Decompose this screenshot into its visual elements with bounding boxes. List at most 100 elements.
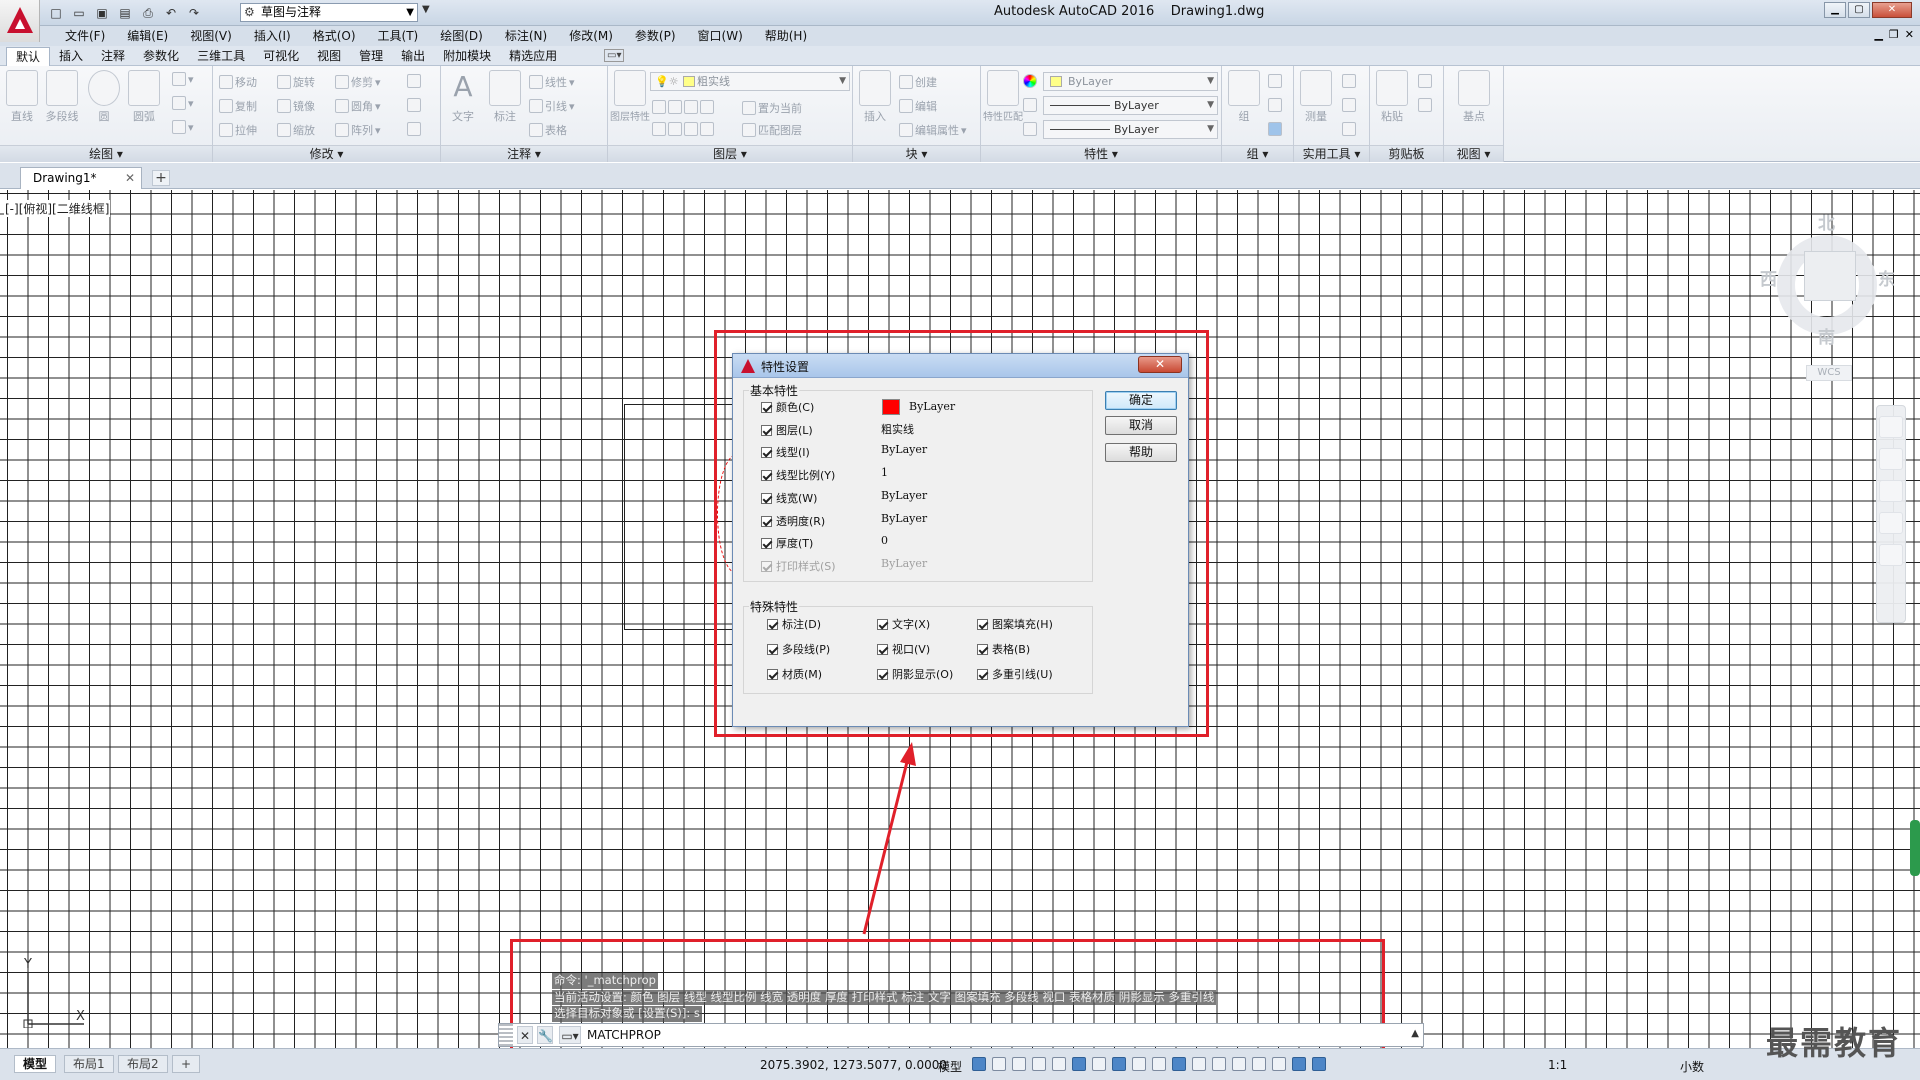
text-tool[interactable]: A 文字 bbox=[443, 70, 483, 124]
redo-icon[interactable]: ↷ bbox=[184, 4, 204, 22]
workspace-select[interactable]: ⚙ 草图与注释 ▼ bbox=[240, 3, 418, 22]
layer-tools-row1[interactable] bbox=[652, 100, 714, 114]
color-wheel-icon[interactable] bbox=[1023, 74, 1037, 88]
gizmo-icon[interactable] bbox=[1272, 1057, 1286, 1071]
orbit-icon[interactable] bbox=[1879, 512, 1903, 534]
lineweight-display-icon[interactable] bbox=[1152, 1057, 1166, 1071]
hatch-tool[interactable]: ▾ bbox=[172, 96, 194, 110]
tab-view[interactable]: 视图 bbox=[308, 47, 350, 66]
print-icon[interactable]: ⎙ bbox=[138, 4, 158, 22]
dialog-close-button[interactable]: ✕ bbox=[1138, 356, 1182, 373]
panel-title-modify[interactable]: 修改 ▾ bbox=[213, 145, 440, 162]
menu-window[interactable]: 窗口(W) bbox=[687, 28, 754, 44]
checkbox-shadow-display[interactable]: 阴影显示(O) bbox=[877, 666, 953, 682]
annotation-visibility-icon[interactable] bbox=[1292, 1057, 1306, 1071]
set-current-tool[interactable]: 置为当前 bbox=[742, 100, 802, 116]
checkbox-viewport[interactable]: 视口(V) bbox=[877, 641, 930, 657]
recent-commands-icon[interactable]: ▭▾ bbox=[559, 1026, 581, 1044]
move-tool[interactable]: 移动 bbox=[219, 74, 257, 90]
close-button[interactable]: ✕ bbox=[1872, 2, 1912, 18]
tab-visualize[interactable]: 可视化 bbox=[254, 47, 308, 66]
checkbox-polyline[interactable]: 多段线(P) bbox=[767, 641, 830, 657]
menu-draw[interactable]: 绘图(D) bbox=[429, 28, 494, 44]
copy-tool[interactable]: 复制 bbox=[219, 98, 257, 114]
isometric-icon[interactable] bbox=[1092, 1057, 1106, 1071]
zoom-icon[interactable] bbox=[1879, 480, 1903, 502]
checkbox-layer[interactable]: 图层(L) bbox=[761, 422, 813, 438]
panel-title-view[interactable]: 视图 ▾ bbox=[1444, 145, 1503, 162]
insert-block-tool[interactable]: 插入 bbox=[855, 70, 895, 124]
layer-tools-row2[interactable] bbox=[652, 122, 714, 136]
layout-tab-layout2[interactable]: 布局2 bbox=[118, 1055, 168, 1073]
checkbox-thickness[interactable]: 厚度(T) bbox=[761, 535, 813, 551]
command-line-grip[interactable] bbox=[499, 1024, 513, 1046]
menu-format[interactable]: 格式(O) bbox=[302, 28, 367, 44]
tab-output[interactable]: 输出 bbox=[392, 47, 434, 66]
selection-cycling-icon[interactable] bbox=[1192, 1057, 1206, 1071]
create-block-tool[interactable]: 创建 bbox=[899, 74, 937, 90]
viewport-controls[interactable]: [-][俯视][二维线框] bbox=[4, 200, 111, 217]
pan-icon[interactable] bbox=[1879, 448, 1903, 470]
save-icon[interactable]: ▣ bbox=[92, 4, 112, 22]
panel-title-layers[interactable]: 图层 ▾ bbox=[608, 145, 852, 162]
cut-tool[interactable] bbox=[1418, 74, 1432, 88]
scale-tool[interactable]: 缩放 bbox=[277, 122, 315, 138]
application-menu-button[interactable] bbox=[0, 0, 40, 42]
command-input[interactable]: MATCHPROP bbox=[587, 1028, 661, 1042]
help-button[interactable]: 帮助 bbox=[1105, 443, 1177, 462]
menu-parametric[interactable]: 参数(P) bbox=[624, 28, 687, 44]
dialog-title-bar[interactable]: 特性设置 ✕ bbox=[733, 354, 1188, 378]
linear-dim-tool[interactable]: 线性 ▾ bbox=[529, 74, 575, 90]
line-tool[interactable]: 直线 bbox=[2, 70, 42, 124]
dynamic-ucs-icon[interactable] bbox=[1232, 1057, 1246, 1071]
checkbox-table[interactable]: 表格(B) bbox=[977, 641, 1030, 657]
linetype-select[interactable]: ByLayer ▼ bbox=[1043, 120, 1218, 139]
explode-tool[interactable] bbox=[407, 98, 421, 112]
dimension-tool[interactable]: 标注 bbox=[485, 70, 525, 124]
checkbox-hatch[interactable]: 图案填充(H) bbox=[977, 616, 1053, 632]
close-icon[interactable]: ✕ bbox=[517, 1026, 533, 1044]
tab-featured-apps[interactable]: 精选应用 bbox=[500, 47, 566, 66]
wrench-icon[interactable]: 🔧 bbox=[537, 1026, 553, 1044]
panel-title-groups[interactable]: 组 ▾ bbox=[1222, 145, 1293, 162]
doc-close-button[interactable]: ✕ bbox=[1905, 28, 1914, 41]
maximize-button[interactable]: ▢ bbox=[1848, 2, 1870, 18]
checkbox-transparency[interactable]: 透明度(R) bbox=[761, 513, 825, 529]
selection-filter-icon[interactable] bbox=[1252, 1057, 1266, 1071]
panel-title-annotation[interactable]: 注释 ▾ bbox=[441, 145, 607, 162]
menu-insert[interactable]: 插入(I) bbox=[243, 28, 302, 44]
arc-tool[interactable]: 圆弧 bbox=[124, 70, 164, 124]
tab-insert[interactable]: 插入 bbox=[50, 47, 92, 66]
point-tool[interactable] bbox=[1342, 98, 1356, 112]
checkbox-multileader[interactable]: 多重引线(U) bbox=[977, 666, 1053, 682]
new-layout-button[interactable]: + bbox=[172, 1055, 201, 1073]
checkbox-lineweight[interactable]: 线宽(W) bbox=[761, 490, 817, 506]
region-tool[interactable]: ▾ bbox=[172, 120, 194, 134]
model-space-toggle[interactable]: 模型 bbox=[938, 1058, 962, 1075]
tab-parametric[interactable]: 参数化 bbox=[134, 47, 188, 66]
menu-dimension[interactable]: 标注(N) bbox=[494, 28, 558, 44]
layer-select[interactable]: 💡☼ 粗实线 ▼ bbox=[650, 72, 850, 91]
tab-addins[interactable]: 附加模块 bbox=[434, 47, 500, 66]
panel-title-clipboard[interactable]: 剪贴板 bbox=[1370, 145, 1443, 162]
menu-help[interactable]: 帮助(H) bbox=[754, 28, 818, 44]
object-snap-tracking-icon[interactable] bbox=[1112, 1057, 1126, 1071]
grid-icon[interactable] bbox=[972, 1057, 986, 1071]
coordinate-readout[interactable]: 2075.3902, 1273.5077, 0.0000 bbox=[760, 1058, 947, 1072]
chevron-up-icon[interactable]: ▲ bbox=[1411, 1028, 1419, 1039]
offset-tool[interactable] bbox=[407, 122, 421, 136]
checkbox-dimension[interactable]: 标注(D) bbox=[767, 616, 821, 632]
edit-block-tool[interactable]: 编辑 bbox=[899, 98, 937, 114]
group-select-tool[interactable] bbox=[1268, 122, 1282, 136]
quick-select-tool[interactable] bbox=[1342, 74, 1356, 88]
tab-annotate[interactable]: 注释 bbox=[92, 47, 134, 66]
checkbox-linetype-scale[interactable]: 线型比例(Y) bbox=[761, 467, 835, 483]
command-line[interactable]: ✕ 🔧 ▭▾ MATCHPROP ▲ bbox=[498, 1023, 1424, 1047]
tab-manage[interactable]: 管理 bbox=[350, 47, 392, 66]
menu-modify[interactable]: 修改(M) bbox=[558, 28, 624, 44]
group-edit-tool[interactable] bbox=[1268, 98, 1282, 112]
steering-wheel-icon[interactable] bbox=[1879, 416, 1903, 438]
panel-title-draw[interactable]: 绘图 ▾ bbox=[0, 145, 212, 162]
base-point-tool[interactable]: 基点 bbox=[1454, 70, 1494, 124]
ortho-icon[interactable] bbox=[1052, 1057, 1066, 1071]
